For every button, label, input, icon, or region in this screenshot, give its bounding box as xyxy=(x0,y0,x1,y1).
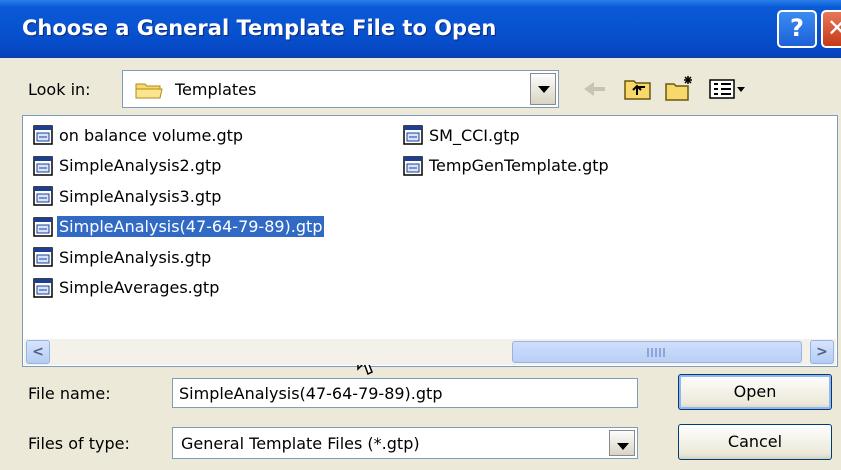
files-of-type-label: Files of type: xyxy=(28,434,130,453)
template-file-icon xyxy=(33,125,53,145)
files-of-type-dropdown[interactable]: General Template Files (*.gtp) xyxy=(172,427,638,459)
look-in-value: Templates xyxy=(175,80,257,99)
file-item[interactable]: SimpleAnalysis.gtp xyxy=(33,244,211,270)
file-name-text: SimpleAnalysis(47-64-79-89).gtp xyxy=(57,216,325,237)
up-folder-icon[interactable] xyxy=(622,74,654,104)
file-name-text: SimpleAverages.gtp xyxy=(59,278,220,297)
files-of-type-value: General Template Files (*.gtp) xyxy=(181,434,420,453)
file-item[interactable]: TempGenTemplate.gtp xyxy=(403,153,609,179)
file-name-text: SM_CCI.gtp xyxy=(429,125,520,145)
look-in-dropdown-arrow[interactable] xyxy=(530,73,556,105)
scrollbar-grip xyxy=(647,348,665,357)
help-button[interactable]: ? xyxy=(777,10,817,48)
open-button[interactable]: Open xyxy=(678,374,832,410)
file-item[interactable]: SM_CCI.gtp xyxy=(403,122,520,148)
scroll-left-button[interactable]: < xyxy=(26,340,50,364)
template-file-icon xyxy=(33,277,53,298)
file-item[interactable]: SimpleAnalysis3.gtp xyxy=(33,183,221,209)
close-button[interactable]: ✕ xyxy=(821,10,841,48)
files-of-type-dropdown-arrow[interactable] xyxy=(609,430,635,456)
new-folder-icon[interactable] xyxy=(664,74,696,104)
scrollbar-thumb[interactable] xyxy=(512,341,802,363)
file-item[interactable]: SimpleAnalysis2.gtp xyxy=(33,153,221,179)
file-name-text: on balance volume.gtp xyxy=(59,125,244,145)
file-name-text: SimpleAnalysis2.gtp xyxy=(59,156,222,175)
file-list[interactable]: on balance volume.gtp SimpleAnalysis2.gtp… xyxy=(22,115,838,376)
view-menu-icon[interactable] xyxy=(708,74,748,104)
look-in-label: Look in: xyxy=(28,80,91,99)
template-file-icon xyxy=(403,155,423,176)
template-file-icon xyxy=(403,125,423,145)
file-name-text: SimpleAnalysis.gtp xyxy=(59,247,212,267)
template-file-icon xyxy=(33,186,53,206)
scroll-right-button[interactable]: > xyxy=(810,340,834,364)
file-name-label: File name: xyxy=(28,384,111,403)
cancel-button[interactable]: Cancel xyxy=(678,424,832,460)
dialog-title: Choose a General Template File to Open xyxy=(22,16,497,40)
file-item[interactable]: on balance volume.gtp xyxy=(33,122,243,148)
template-file-icon xyxy=(33,247,53,267)
horizontal-scrollbar[interactable]: < > xyxy=(24,339,836,365)
file-name-text: SimpleAnalysis3.gtp xyxy=(59,186,222,206)
folder-icon xyxy=(135,83,163,99)
look-in-dropdown[interactable]: Templates xyxy=(122,70,559,108)
file-name-input[interactable]: SimpleAnalysis(47-64-79-89).gtp xyxy=(172,378,638,408)
title-bar[interactable]: Choose a General Template File to Open ?… xyxy=(0,0,841,58)
file-name-text: TempGenTemplate.gtp xyxy=(429,156,609,175)
file-item[interactable]: SimpleAverages.gtp xyxy=(33,275,219,301)
template-file-icon xyxy=(33,216,53,237)
back-arrow-icon[interactable] xyxy=(578,74,610,104)
file-item[interactable]: SimpleAnalysis(47-64-79-89).gtp xyxy=(33,214,325,240)
template-file-icon xyxy=(33,155,53,176)
